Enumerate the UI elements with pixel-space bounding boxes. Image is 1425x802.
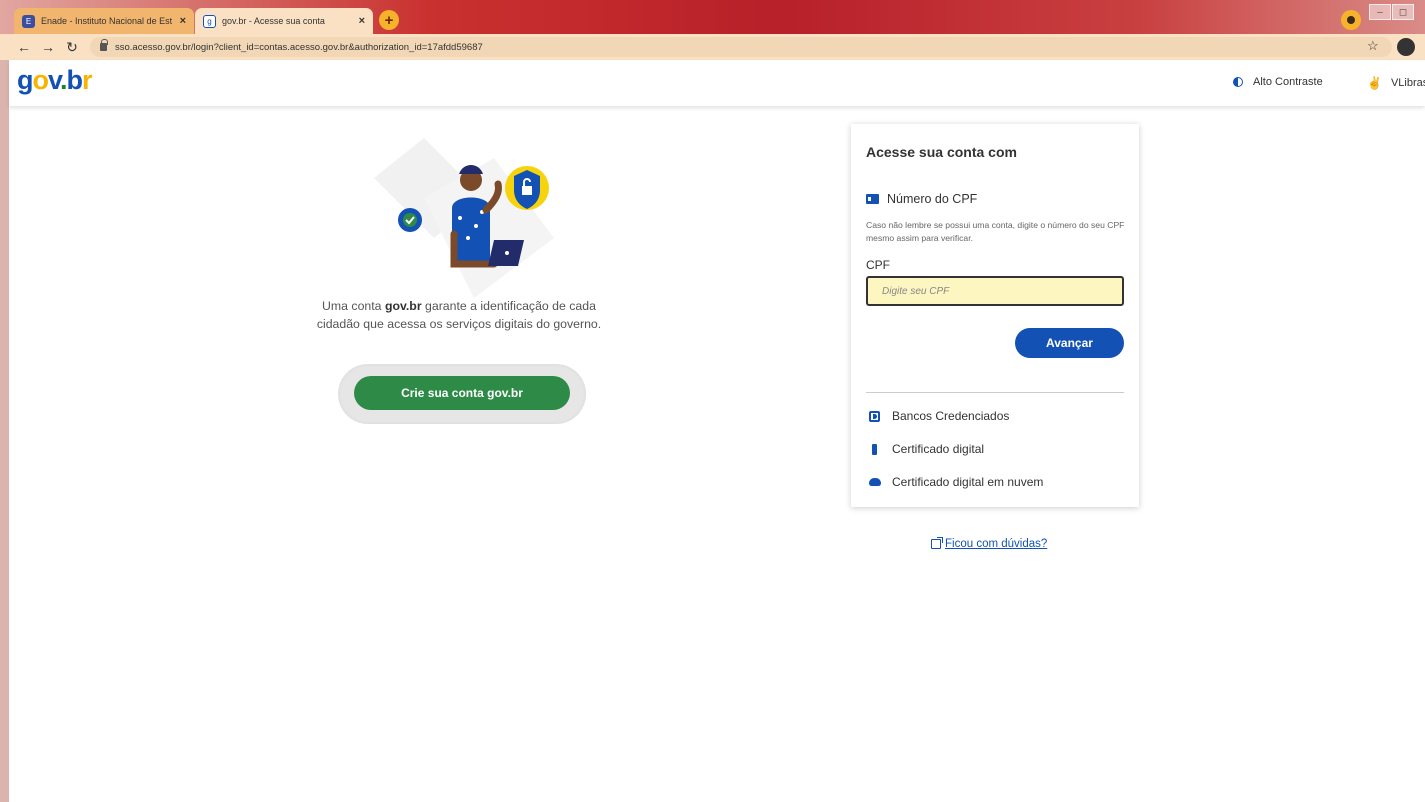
- lock-icon: [100, 39, 108, 51]
- close-tab-icon[interactable]: ×: [180, 15, 186, 27]
- login-card: Acesse sua conta com Número do CPF Caso …: [851, 124, 1139, 507]
- create-account-container: Crie sua conta gov.br: [338, 364, 586, 424]
- sign-language-icon: ✌: [1367, 76, 1382, 90]
- govbr-favicon-icon: g: [203, 14, 216, 28]
- site-header: gov.br Alto Contraste ✌ VLibras: [9, 60, 1425, 106]
- hero-description: Uma conta gov.br garante a identificação…: [316, 299, 602, 331]
- help-link[interactable]: Ficou com dúvidas?: [931, 537, 1047, 550]
- browser-title-bar: E Enade - Instituto Nacional de Est × g …: [0, 0, 1425, 34]
- bank-icon: [868, 410, 881, 423]
- cloud-icon: [868, 476, 881, 489]
- id-card-icon: [866, 194, 879, 204]
- cpf-hint: Caso não lembre se possui uma conta, dig…: [866, 220, 1125, 243]
- url-text: sso.acesso.gov.br/login?client_id=contas…: [115, 41, 483, 53]
- external-link-icon: [931, 537, 943, 549]
- tab-title: Enade - Instituto Nacional de Est: [41, 16, 173, 26]
- reload-icon[interactable]: ↻: [60, 39, 84, 56]
- forward-icon[interactable]: →: [36, 39, 60, 55]
- tab-govbr[interactable]: g gov.br - Acesse sua conta ×: [195, 8, 373, 34]
- usb-token-icon: [868, 443, 881, 456]
- next-button[interactable]: Avançar: [1015, 328, 1124, 358]
- digital-certificate-option[interactable]: Certificado digital: [868, 442, 984, 456]
- new-tab-button[interactable]: +: [379, 10, 399, 30]
- back-icon[interactable]: ←: [12, 39, 36, 55]
- address-bar[interactable]: sso.acesso.gov.br/login?client_id=contas…: [90, 37, 1392, 57]
- cpf-label: CPF: [866, 258, 890, 272]
- hero-illustration: [374, 138, 554, 298]
- login-title: Acesse sua conta com: [866, 144, 1017, 160]
- bookmark-star-icon[interactable]: ☆: [1367, 38, 1379, 54]
- divider: [866, 392, 1124, 393]
- cpf-option[interactable]: Número do CPF: [866, 192, 977, 206]
- enade-favicon-icon: E: [22, 14, 35, 28]
- browser-toolbar: ← → ↻ sso.acesso.gov.br/login?client_id=…: [0, 34, 1425, 60]
- create-account-button[interactable]: Crie sua conta gov.br: [354, 376, 570, 410]
- contrast-icon: [1233, 77, 1243, 87]
- close-tab-icon[interactable]: ×: [359, 15, 365, 27]
- maximize-icon[interactable]: ◻: [1392, 4, 1414, 20]
- tab-enade[interactable]: E Enade - Instituto Nacional de Est ×: [14, 8, 194, 34]
- credentialed-banks-option[interactable]: Bancos Credenciados: [868, 409, 1009, 423]
- vlibras-link[interactable]: ✌ VLibras: [1367, 76, 1425, 90]
- minimize-icon[interactable]: –: [1369, 4, 1391, 20]
- page-content: gov.br Alto Contraste ✌ VLibras Uma cont…: [9, 60, 1425, 802]
- cloud-certificate-option[interactable]: Certificado digital em nuvem: [868, 475, 1043, 489]
- extension-icon[interactable]: [1341, 10, 1361, 30]
- tab-title: gov.br - Acesse sua conta: [222, 16, 325, 26]
- cpf-input[interactable]: [866, 276, 1124, 306]
- high-contrast-link[interactable]: Alto Contraste: [1233, 76, 1323, 88]
- profile-avatar[interactable]: [1397, 38, 1415, 56]
- govbr-logo[interactable]: gov.br: [17, 65, 92, 96]
